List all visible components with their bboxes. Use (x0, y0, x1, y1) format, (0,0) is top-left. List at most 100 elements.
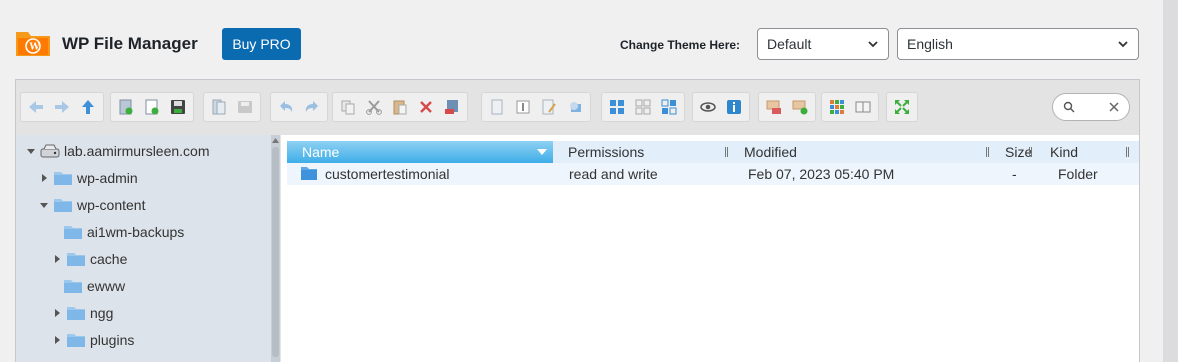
collapse-arrow-icon[interactable] (51, 307, 63, 319)
file-list: Name Permissions Modified Size Kind cust… (281, 135, 1139, 362)
buy-pro-button[interactable]: Buy PRO (222, 28, 301, 60)
empty-icon[interactable] (441, 96, 463, 118)
folder-icon (54, 172, 72, 185)
theme-select-value: Default (767, 36, 812, 52)
info-icon[interactable] (723, 96, 745, 118)
tree-item-ewww[interactable]: ewww (63, 276, 125, 296)
language-select-value: English (907, 36, 953, 52)
delete-icon[interactable] (415, 96, 437, 118)
column-header-name[interactable]: Name (287, 141, 553, 163)
tree-item-ai1wm-backups[interactable]: ai1wm-backups (63, 222, 184, 242)
tree-item-label: ewww (87, 278, 126, 294)
language-select[interactable]: English (897, 28, 1139, 60)
column-header-permissions[interactable]: Permissions (568, 141, 644, 163)
clear-search-icon[interactable] (1107, 100, 1121, 114)
toolbar-group-clipboard (332, 92, 468, 122)
folder-icon (64, 280, 82, 293)
search-icon (1063, 101, 1075, 113)
folder-icon (301, 167, 317, 180)
invert-icon[interactable] (658, 96, 680, 118)
sort-arrow-icon (537, 149, 547, 155)
copy-icon[interactable] (337, 96, 359, 118)
toolbar-group-navigation (20, 92, 104, 122)
open-icon[interactable] (208, 96, 230, 118)
expand-arrow-icon[interactable] (25, 145, 37, 157)
resize-icon[interactable] (564, 96, 586, 118)
file-name: customertestimonial (325, 166, 450, 182)
up-icon[interactable] (77, 96, 99, 118)
column-resize-handle[interactable] (1029, 147, 1032, 157)
column-header-modified[interactable]: Modified (744, 141, 797, 163)
file-manager: lab.aamirmursleen.com wp-admin wp-conten… (15, 79, 1140, 362)
tree-item-plugins[interactable]: plugins (51, 330, 134, 350)
tree-scrollbar-thumb[interactable] (272, 147, 279, 357)
chevron-down-icon (1118, 41, 1128, 48)
select-all-icon[interactable] (606, 96, 628, 118)
back-icon[interactable] (25, 96, 47, 118)
search-input[interactable] (1052, 93, 1130, 121)
upload-icon[interactable] (167, 96, 189, 118)
fullscreen-icon[interactable] (891, 96, 913, 118)
select-none-icon[interactable] (632, 96, 654, 118)
folder-tree: lab.aamirmursleen.com wp-admin wp-conten… (16, 135, 280, 362)
toolbar (16, 80, 1139, 135)
toolbar-group-open (203, 92, 261, 122)
theme-label: Change Theme Here: (620, 38, 741, 52)
tree-item-label: cache (90, 251, 128, 267)
chevron-down-icon (868, 41, 878, 48)
toolbar-group-fullscreen (886, 92, 918, 122)
collapse-arrow-icon[interactable] (51, 334, 63, 346)
column-resize-handle[interactable] (986, 147, 989, 157)
tree-item-label: ai1wm-backups (87, 224, 185, 240)
edit-icon[interactable] (538, 96, 560, 118)
file-modified: Feb 07, 2023 05:40 PM (748, 166, 895, 182)
column-header-kind[interactable]: Kind (1050, 141, 1078, 163)
tree-item-wp-admin[interactable]: wp-admin (38, 168, 138, 188)
mkfile-icon[interactable] (141, 96, 163, 118)
toolbar-group-select (601, 92, 685, 122)
tree-item-cache[interactable]: cache (51, 249, 127, 269)
paste-icon[interactable] (389, 96, 411, 118)
tree-item-label: plugins (90, 332, 135, 348)
preview-icon[interactable] (697, 96, 719, 118)
tree-item-label: lab.aamirmursleen.com (64, 143, 210, 159)
theme-select[interactable]: Default (757, 28, 889, 60)
mkdir-icon[interactable] (115, 96, 137, 118)
toolbar-group-view (821, 92, 879, 122)
download-icon[interactable] (234, 96, 256, 118)
toolbar-group-edit (481, 92, 591, 122)
duplicate-icon[interactable] (486, 96, 508, 118)
toolbar-group-archive (758, 92, 816, 122)
app-title: WP File Manager (62, 34, 198, 53)
tree-item-root[interactable]: lab.aamirmursleen.com (25, 141, 210, 161)
tree-item-label: wp-content (77, 197, 146, 213)
toolbar-group-info (692, 92, 750, 122)
extract-icon[interactable] (763, 96, 785, 118)
sort-icon[interactable] (852, 96, 874, 118)
expand-arrow-icon[interactable] (38, 199, 50, 211)
column-resize-handle[interactable] (725, 147, 728, 157)
drive-icon (40, 144, 60, 158)
folder-icon (67, 334, 85, 347)
page-scrollbar[interactable] (1163, 0, 1178, 362)
file-kind: Folder (1058, 166, 1098, 182)
redo-icon[interactable] (301, 96, 323, 118)
list-header: Name Permissions Modified Size Kind (287, 141, 1139, 163)
scroll-up-icon[interactable] (272, 137, 279, 144)
archive-icon[interactable] (789, 96, 811, 118)
column-resize-handle[interactable] (1126, 147, 1129, 157)
tree-scrollbar[interactable] (271, 135, 280, 362)
tree-item-ngg[interactable]: ngg (51, 303, 113, 323)
view-icon[interactable] (826, 96, 848, 118)
tree-item-label: wp-admin (77, 170, 138, 186)
tree-item-wp-content[interactable]: wp-content (38, 195, 145, 215)
column-header-name-label: Name (302, 144, 340, 160)
cut-icon[interactable] (363, 96, 385, 118)
rename-icon[interactable] (512, 96, 534, 118)
collapse-arrow-icon[interactable] (51, 253, 63, 265)
svg-text:W: W (29, 43, 41, 53)
undo-icon[interactable] (275, 96, 297, 118)
table-row[interactable]: customertestimonial read and write Feb 0… (287, 163, 1139, 185)
forward-icon[interactable] (51, 96, 73, 118)
collapse-arrow-icon[interactable] (38, 172, 50, 184)
